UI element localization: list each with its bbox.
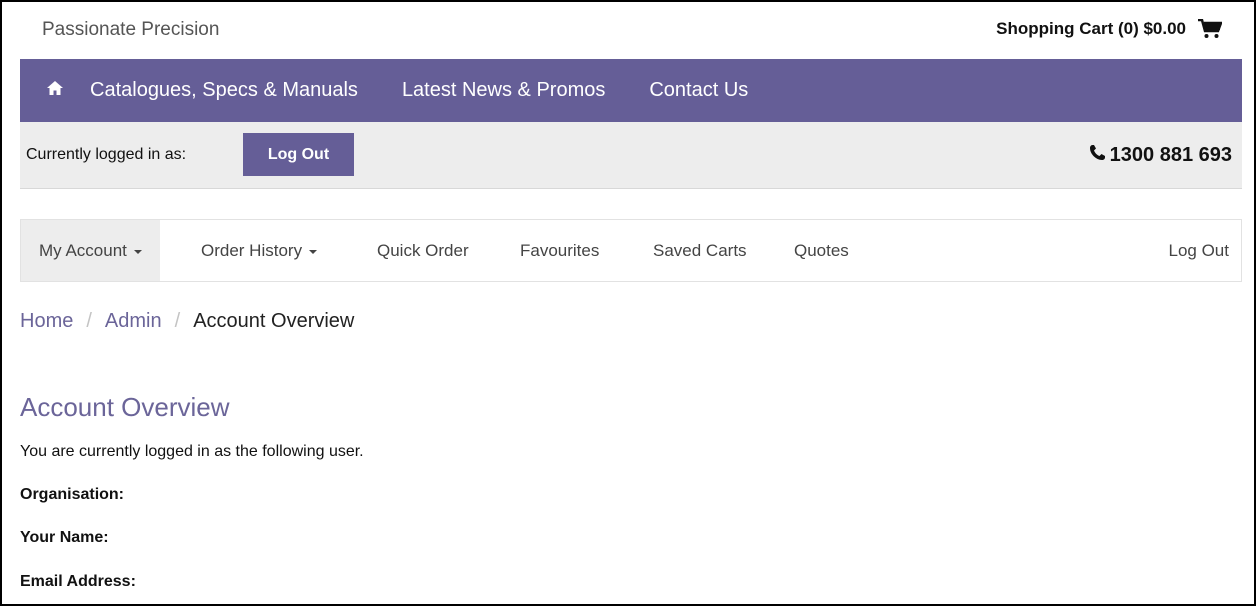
account-nav: My Account Order History Quick Order Fav… [20, 219, 1242, 282]
breadcrumb: Home / Admin / Account Overview [20, 310, 354, 333]
brand-name[interactable]: Passionate Precision [42, 19, 219, 41]
chevron-down-icon [309, 249, 318, 254]
tab-quotes-label: Quotes [794, 240, 849, 260]
organisation-label: Organisation: [20, 486, 125, 503]
chevron-down-icon [133, 249, 142, 254]
account-nav-logout[interactable]: Log Out [1169, 220, 1230, 281]
breadcrumb-admin[interactable]: Admin [105, 310, 162, 333]
tab-favourites-label: Favourites [520, 240, 600, 260]
account-nav-logout-label: Log Out [1168, 240, 1230, 260]
tab-my-account[interactable]: My Account [21, 220, 160, 281]
phone-icon [1089, 144, 1106, 167]
email-address-label: Email Address: [20, 573, 136, 590]
tab-my-account-label: My Account [39, 240, 127, 260]
tab-order-history-label: Order History [201, 240, 303, 260]
tab-favourites[interactable]: Favourites [520, 220, 599, 281]
home-link[interactable] [20, 59, 90, 122]
nav-latest-news[interactable]: Latest News & Promos [402, 79, 605, 102]
nav-catalogues[interactable]: Catalogues, Specs & Manuals [90, 79, 358, 102]
tab-order-history[interactable]: Order History [201, 220, 318, 281]
your-name-label: Your Name: [20, 529, 109, 546]
login-bar: Currently logged in as: Log Out 1300 881… [20, 122, 1242, 189]
shopping-cart-icon [1198, 19, 1222, 39]
tab-quotes[interactable]: Quotes [794, 220, 849, 281]
tab-quick-order[interactable]: Quick Order [377, 220, 469, 281]
top-strip: Passionate Precision Shopping Cart (0) $… [20, 2, 1242, 59]
logout-button[interactable]: Log Out [243, 133, 354, 176]
page-title: Account Overview [20, 392, 230, 422]
intro-text: You are currently logged in as the follo… [20, 443, 364, 460]
logged-in-label: Currently logged in as: [26, 146, 187, 163]
breadcrumb-home[interactable]: Home [20, 310, 73, 333]
home-icon [46, 80, 64, 101]
breadcrumb-separator: / [174, 310, 181, 332]
tab-quick-order-label: Quick Order [377, 240, 469, 260]
phone-number-text: 1300 881 693 [1109, 144, 1232, 166]
shopping-cart-link[interactable]: Shopping Cart (0) $0.00 [996, 19, 1222, 39]
nav-contact-us[interactable]: Contact Us [649, 79, 748, 102]
tab-saved-carts-label: Saved Carts [653, 240, 747, 260]
page-frame: Passionate Precision Shopping Cart (0) $… [0, 0, 1256, 606]
phone-number[interactable]: 1300 881 693 [1089, 144, 1232, 167]
breadcrumb-current: Account Overview [193, 310, 355, 332]
tab-saved-carts[interactable]: Saved Carts [653, 220, 747, 281]
main-nav: Catalogues, Specs & Manuals Latest News … [20, 59, 1242, 122]
cart-label: Shopping Cart (0) $0.00 [996, 19, 1186, 38]
breadcrumb-separator: / [86, 310, 92, 332]
